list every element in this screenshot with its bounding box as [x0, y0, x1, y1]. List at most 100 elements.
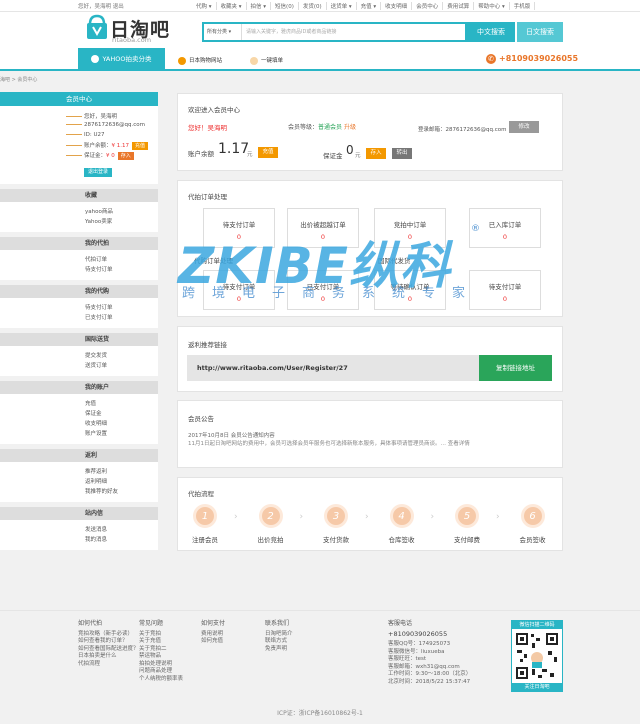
footer-link[interactable]: 免责声明 — [265, 646, 293, 654]
top-link[interactable]: 收藏夹 ▾ — [217, 2, 247, 10]
step-number-icon: 5 — [455, 504, 479, 528]
top-link[interactable]: 送货单 ▾ — [327, 2, 357, 10]
footer-link[interactable]: 日淘吧简介 — [265, 631, 293, 639]
step-label: 支付邮费 — [454, 536, 480, 544]
member-center-header: 会员中心 — [0, 92, 158, 106]
top-link[interactable]: 帮助中心 ▾ — [474, 2, 510, 10]
top-link[interactable]: 代购 ▾ — [192, 2, 217, 10]
greeting[interactable]: 您好，吴海明 退出 — [78, 2, 124, 10]
footer-link[interactable]: 如何充值 — [201, 638, 225, 646]
footer-link[interactable]: 联络方式 — [265, 638, 293, 646]
footer-link[interactable]: 关于充值 — [139, 638, 183, 646]
balance-unit: 元 — [247, 152, 253, 158]
withdraw-button[interactable]: 转出 — [392, 148, 412, 159]
step-label: 会员签收 — [519, 536, 546, 544]
search-category-select[interactable]: 所有分类 ▾ — [204, 24, 242, 40]
chevron-right-icon: › — [365, 512, 369, 522]
top-link[interactable]: 发货(0) — [299, 2, 327, 10]
sidebar-group-title: 我的代拍 — [0, 237, 158, 250]
footer-link[interactable]: 关于竞拍 — [139, 631, 183, 639]
sidebar-item[interactable]: yahoo商品 — [0, 207, 158, 217]
sidebar-recharge-button[interactable]: 充值 — [132, 142, 149, 150]
footer-link[interactable]: 关于竞拍二 — [139, 646, 183, 654]
sidebar-item[interactable]: 待支付订单 — [0, 303, 158, 313]
service-line: 客服微信号：liuxueba — [388, 648, 445, 655]
sidebar-item[interactable]: 返利明细 — [0, 477, 158, 487]
icp-license: ICP证：浙ICP备16010862号-1 — [277, 710, 363, 717]
edit-email-button[interactable]: 修改 — [509, 121, 539, 133]
upgrade-link[interactable]: 升级 — [344, 124, 356, 131]
balance-label: 账户余额 — [188, 150, 214, 158]
search-input[interactable]: 请输入关键字，雅虎商品ID或者商品链接 — [246, 24, 336, 40]
login-email: 登录邮箱：2876172636@qq.com — [418, 127, 507, 133]
process-step: 6 会员签收 — [511, 504, 555, 544]
footer-link[interactable]: 如何查看我的订单？ — [78, 638, 139, 646]
phone-icon: ✆ — [486, 54, 496, 64]
footer-link[interactable]: 代拍流程 — [78, 661, 139, 669]
top-link[interactable]: 拍信 ▾ — [247, 2, 272, 10]
service-line: 工作时间：9:30～18:00（北京） — [388, 671, 472, 677]
sidebar-item[interactable]: 代拍订单 — [0, 255, 158, 265]
deposit-button[interactable]: 存入 — [366, 148, 386, 159]
sidebar-group-title: 我的账户 — [0, 381, 158, 394]
footer-column-title: 联系我们 — [265, 620, 290, 627]
sidebar-item[interactable]: 已支付订单 — [0, 313, 158, 323]
footer-link[interactable]: 拍拍处理说明 — [139, 661, 183, 669]
sidebar-item[interactable]: 待支付订单 — [0, 265, 158, 275]
nav-quick-order[interactable]: 一键填单 — [250, 56, 283, 65]
deposit-value: 0 — [346, 143, 354, 157]
footer-column: 联系我们日淘吧简介 联络方式 免责声明 — [265, 620, 293, 653]
footer-column-title: 如何支付 — [201, 620, 226, 627]
footer-link[interactable]: 个人纳税的额率表 — [139, 676, 183, 684]
top-link[interactable]: 手机版 — [510, 2, 536, 10]
referral-url[interactable]: http://www.ritaoba.com/User/Register/27 — [187, 355, 479, 381]
service-line: 客服旺旺：test — [388, 656, 427, 662]
search-bar: 所有分类 ▾ 请输入关键字，雅虎商品ID或者商品链接 — [202, 22, 467, 42]
process-step: 3 支付货款 — [314, 504, 358, 544]
nav-japan-shopping[interactable]: 日本购物网站 — [178, 56, 222, 65]
sidebar-item[interactable]: 提交发货 — [0, 351, 158, 361]
top-link[interactable]: 短信(0) — [271, 2, 299, 10]
footer-link[interactable]: 日本拍卖是什么 — [78, 653, 139, 661]
sidebar-group: 我的代拍代拍订单 待支付订单 — [0, 237, 158, 280]
sidebar-item[interactable]: 收支明细 — [0, 419, 158, 429]
footer-link[interactable]: 费用说明 — [201, 631, 225, 639]
user-summary: 会员中心 您好，吴海明 2876172636@qq.com ID: U27 账户… — [0, 92, 158, 184]
step-number-icon: 4 — [389, 504, 414, 528]
footer-link[interactable]: 禁运物品 — [139, 653, 183, 661]
recharge-button[interactable]: 充值 — [258, 147, 278, 158]
sidebar-deposit-button[interactable]: 存入 — [117, 152, 134, 160]
top-link[interactable]: 会员中心 — [412, 2, 444, 10]
notice-panel: 会员公告 2017年10月8日 会员公告通知内容 11月1日起日淘吧网站的费用中… — [177, 400, 563, 468]
chinese-search-button[interactable]: 中文搜索 — [467, 22, 515, 42]
chevron-right-icon: › — [430, 512, 435, 522]
sidebar-item[interactable]: 充值 — [0, 399, 158, 409]
logo-icon[interactable] — [86, 14, 108, 40]
sidebar-item[interactable]: 我的消息 — [0, 535, 158, 545]
footer-link[interactable]: 如何查看国际配送进度？ — [78, 646, 139, 654]
japanese-search-button[interactable]: 日文搜索 — [517, 22, 563, 42]
copy-link-button[interactable]: 复制链接地址 — [479, 355, 552, 381]
user-name: 您好，吴海明 — [84, 114, 118, 120]
top-link[interactable]: 充值 ▾ — [357, 2, 382, 10]
sidebar-item[interactable]: 发送消息 — [0, 525, 158, 535]
yahoo-category-menu[interactable]: YAHOO拍卖分类 — [78, 48, 165, 71]
notice-date[interactable]: 2017年10月8日 会员公告通知内容 — [188, 431, 275, 439]
sidebar-group: 我的账户充值 保证金 收支明细 账户设置 — [0, 381, 158, 444]
sidebar-item[interactable]: 账户设置 — [0, 429, 158, 439]
sidebar-item[interactable]: 保证金 — [0, 409, 158, 419]
footer-link[interactable]: 竞拍攻略（新手必读） — [78, 631, 139, 639]
logout-button[interactable]: 退出登录 — [84, 168, 113, 177]
sidebar-item[interactable]: Yahoo卖家 — [0, 217, 158, 227]
sidebar-item[interactable]: 推荐返利 — [0, 467, 158, 477]
sidebar-item[interactable]: 我推荐的好友 — [0, 487, 158, 497]
sidebar-item[interactable]: 送货订单 — [0, 361, 158, 371]
notice-text[interactable]: 11月1日起日淘吧网站的费用中，会员可选择会员年服务也可选择新账本服务，具体事项… — [188, 439, 548, 447]
sidebar: 会员中心 您好，吴海明 2876172636@qq.com ID: U27 账户… — [0, 92, 158, 555]
sidebar-balance: ¥ 1.17 — [111, 143, 130, 149]
top-links: 代购 ▾ 收藏夹 ▾ 拍信 ▾ 短信(0) 发货(0) 送货单 ▾ 充值 ▾ 收支明细 会员中心… — [192, 2, 536, 10]
footer-link[interactable]: 问题商品处理 — [139, 668, 183, 676]
top-link[interactable]: 收支明细 — [381, 2, 413, 10]
service-title: 客服电话 — [388, 620, 413, 627]
top-link[interactable]: 费用试算 — [443, 2, 475, 10]
